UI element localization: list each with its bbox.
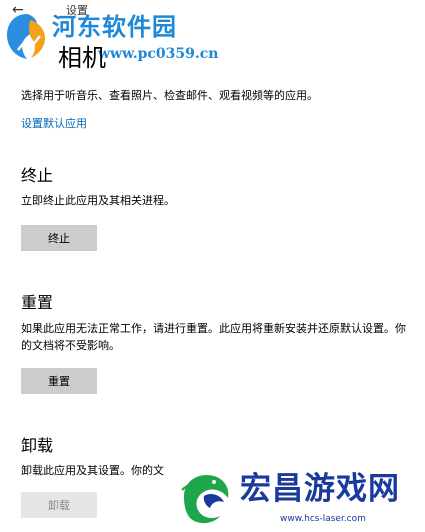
uninstall-heading: 卸载: [21, 436, 54, 455]
terminate-description: 立即终止此应用及其相关进程。: [21, 194, 175, 207]
watermark-logo-icon: [7, 14, 45, 59]
set-default-apps-link[interactable]: 设置默认应用: [21, 116, 87, 132]
watermark-bottom-site-name: 宏昌游戏网: [240, 471, 400, 507]
watermark-site-url: www.pc0359.cn: [98, 46, 219, 62]
reset-description: 如果此应用无法正常工作，请进行重置。此应用将重新安装并还原默认设置。你的文档将不…: [21, 322, 406, 352]
watermark-site-name: 河东软件园: [52, 12, 177, 41]
uninstall-button: 卸载: [21, 492, 97, 518]
reset-button[interactable]: 重置: [21, 368, 97, 394]
page-title: 相机: [58, 44, 106, 72]
watermark-bottom-site-url: www.hcs-laser.com: [280, 514, 366, 524]
watermark-dragon-logo-icon: [181, 474, 229, 524]
app-description: 选择用于听音乐、查看照片、检查邮件、观看视频等的应用。: [21, 89, 318, 102]
terminate-button[interactable]: 终止: [21, 225, 97, 251]
reset-heading: 重置: [21, 293, 54, 312]
terminate-heading: 终止: [21, 166, 54, 185]
